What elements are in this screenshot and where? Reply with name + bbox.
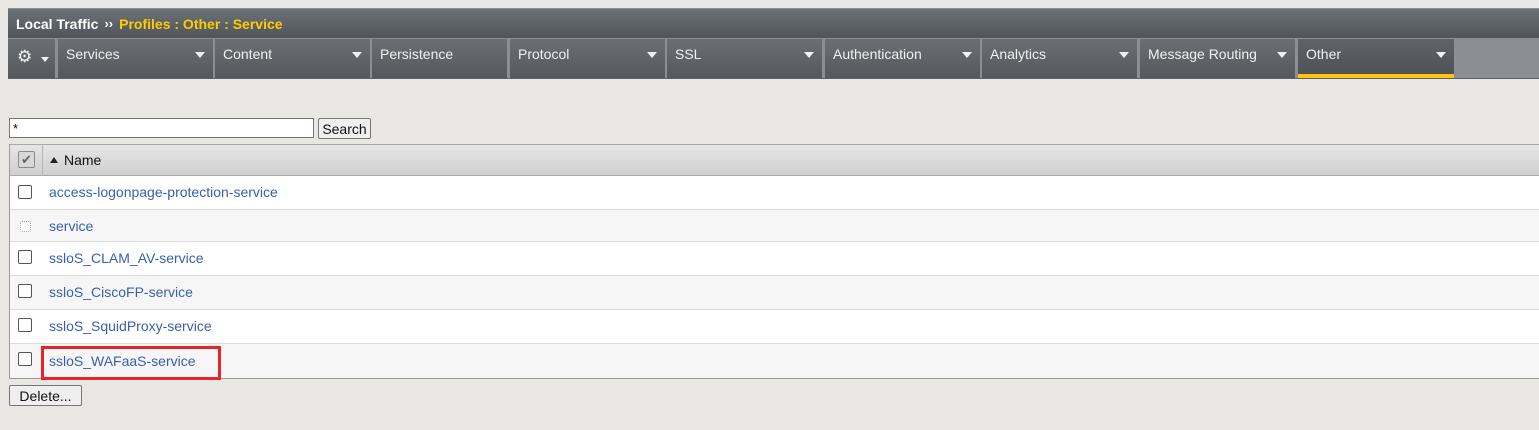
search-input[interactable] [9, 118, 314, 138]
table-row: ssloS_WAFaaS-service [10, 344, 1539, 378]
gear-menu-button[interactable]: ⚙ [8, 39, 56, 78]
menu-label: SSL [675, 46, 702, 62]
menu-label: Persistence [380, 46, 454, 62]
row-checkbox[interactable] [18, 352, 32, 366]
menu-label: Authentication [833, 46, 922, 62]
chevron-down-icon [962, 52, 972, 58]
menu-persistence[interactable]: Persistence [372, 39, 508, 78]
profile-link[interactable]: service [49, 218, 93, 234]
chevron-down-icon [352, 52, 362, 58]
row-checkbox-disabled [20, 221, 31, 232]
chevron-down-icon [1119, 52, 1129, 58]
menu-analytics[interactable]: Analytics [982, 39, 1138, 78]
menu-label: Services [66, 46, 120, 62]
menu-protocol[interactable]: Protocol [510, 39, 666, 78]
table-header: ✔ Name [10, 144, 1539, 176]
menu-authentication[interactable]: Authentication [825, 39, 981, 78]
menu-label: Other [1306, 46, 1342, 62]
select-all-cell: ✔ [10, 145, 43, 176]
menu-content[interactable]: Content [215, 39, 371, 78]
highlight-box [41, 346, 221, 380]
row-checkbox[interactable] [18, 318, 32, 332]
select-all-checkbox[interactable]: ✔ [18, 151, 35, 168]
breadcrumb: Local Traffic ›› Profiles : Other : Serv… [8, 8, 1539, 38]
breadcrumb-separator: ›› [104, 16, 114, 31]
chevron-down-icon [804, 52, 814, 58]
table-row: access-logonpage-protection-service [10, 176, 1539, 210]
menu-label: Message Routing [1148, 46, 1257, 62]
menu-label: Content [223, 46, 273, 62]
profiles-table: ✔ Name access-logonpage-protection-servi… [9, 144, 1539, 379]
chevron-down-icon [647, 52, 657, 58]
table-row: ssloS_CLAM_AV-service [10, 242, 1539, 276]
profile-link[interactable]: ssloS_SquidProxy-service [49, 318, 212, 334]
breadcrumb-path: Profiles : Other : Service [119, 15, 283, 32]
menu-message-routing[interactable]: Message Routing [1140, 39, 1296, 78]
menu-other[interactable]: Other [1298, 39, 1455, 78]
profile-menu-bar: ⚙ Services Content Persistence Protocol … [8, 38, 1539, 79]
menu-services[interactable]: Services [58, 39, 214, 78]
breadcrumb-root[interactable]: Local Traffic [16, 16, 98, 32]
menu-label: Protocol [518, 46, 570, 62]
row-checkbox[interactable] [18, 284, 32, 298]
menu-label: Analytics [990, 46, 1047, 62]
table-row: ssloS_CiscoFP-service [10, 276, 1539, 310]
gear-icon: ⚙ [17, 47, 33, 66]
row-checkbox[interactable] [18, 185, 32, 199]
table-row: service [10, 210, 1539, 242]
row-checkbox[interactable] [18, 250, 32, 264]
chevron-down-icon [1277, 52, 1287, 58]
column-header-name[interactable]: Name [64, 152, 101, 168]
sort-ascending-icon[interactable] [50, 157, 58, 163]
chevron-down-icon [195, 52, 205, 58]
menu-ssl[interactable]: SSL [667, 39, 823, 78]
profile-link[interactable]: ssloS_CiscoFP-service [49, 284, 193, 300]
profile-link[interactable]: ssloS_CLAM_AV-service [49, 250, 204, 266]
delete-button[interactable]: Delete... [9, 385, 82, 406]
search-button[interactable]: Search [318, 118, 371, 139]
profile-link[interactable]: access-logonpage-protection-service [49, 184, 278, 200]
chevron-down-icon [41, 57, 49, 62]
chevron-down-icon [1436, 52, 1446, 58]
table-row: ssloS_SquidProxy-service [10, 310, 1539, 344]
